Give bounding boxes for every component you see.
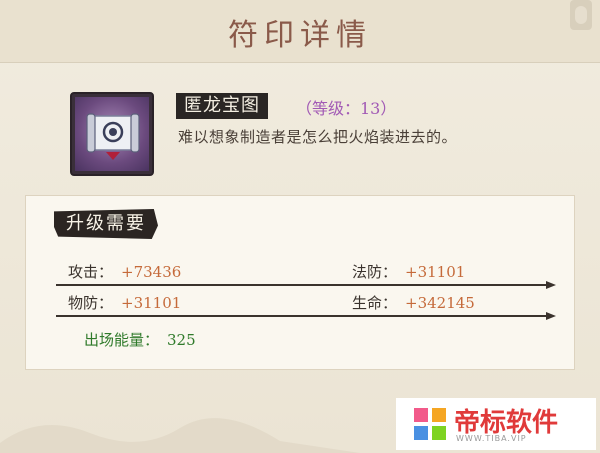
divider-line [56, 281, 556, 289]
stat-physical-defense: 物防： +31101 [68, 292, 181, 313]
page-title: 符印详情 [228, 18, 372, 53]
stat-label: 攻击： [68, 263, 114, 281]
stat-value: +31101 [405, 263, 466, 281]
stat-label: 生命： [352, 294, 398, 312]
stat-attack: 攻击： +73436 [68, 261, 181, 282]
item-description: 难以想象制造者是怎么把火焰装进去的。 [178, 128, 458, 146]
item-name: 匿龙宝图 [176, 93, 268, 119]
stat-label: 物防： [68, 294, 114, 312]
stat-value: +31101 [121, 294, 182, 312]
watermark: 帝标软件 WWW.TIBA.VIP [396, 398, 596, 450]
stat-value: +342145 [405, 294, 475, 312]
watermark-logo-icon [414, 408, 446, 440]
energy-label: 出场能量： [84, 331, 160, 349]
stat-value: +73436 [121, 263, 182, 281]
stat-label: 法防： [352, 263, 398, 281]
stat-magic-defense: 法防： +31101 [352, 261, 465, 282]
scroll-icon [86, 113, 140, 160]
item-icon-frame [70, 92, 154, 176]
close-button[interactable] [570, 0, 592, 30]
header-bar: 符印详情 [0, 0, 600, 63]
detail-window: 符印详情 匿龙宝图 （等级：13） 难以想象制造者是怎么把火焰装进去的。 升级需… [0, 0, 600, 453]
ink-decoration [0, 418, 360, 453]
upgrade-panel: 升级需要 攻击： +73436 法防： +31101 物防： +31101 生命： +3… [25, 195, 575, 370]
energy-cost: 出场能量： 325 [84, 329, 196, 350]
energy-value: 325 [167, 331, 196, 349]
watermark-sub: WWW.TIBA.VIP [456, 434, 527, 443]
item-level: （等级：13） [296, 99, 397, 118]
stat-hp: 生命： +342145 [352, 292, 475, 313]
divider-line [56, 312, 556, 320]
upgrade-title: 升级需要 [54, 209, 158, 239]
